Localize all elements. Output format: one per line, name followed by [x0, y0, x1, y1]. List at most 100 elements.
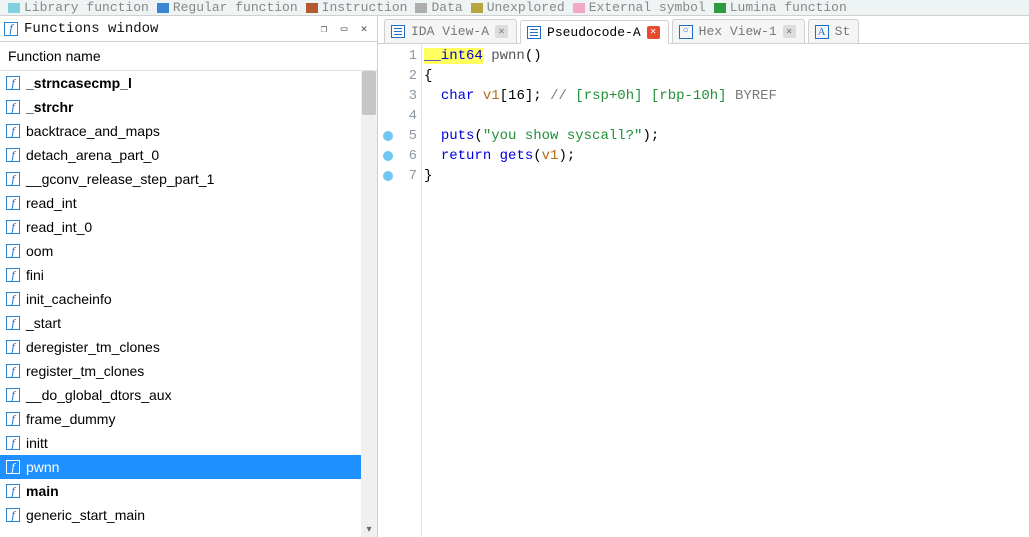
legend-swatch [471, 3, 483, 13]
scrollbar-down-arrow[interactable]: ▾ [361, 521, 377, 537]
function-name: deregister_tm_clones [26, 339, 160, 355]
function-name: _start [26, 315, 61, 331]
legend-label: Library function [24, 0, 149, 15]
function-name: __gconv_release_step_part_1 [26, 171, 214, 187]
legend-bar: Library functionRegular functionInstruct… [0, 0, 1029, 16]
function-row[interactable]: foom [0, 239, 377, 263]
function-row[interactable]: f_strncasecmp_l [0, 71, 377, 95]
main-layout: f Functions window ❐ ▭ ✕ Function name f… [0, 16, 1029, 537]
tab-close-icon[interactable]: ✕ [495, 25, 508, 38]
code-line[interactable]: __int64 pwnn() [424, 46, 1029, 66]
code-line[interactable]: char v1[16]; // [rsp+0h] [rbp-10h] BYREF [424, 86, 1029, 106]
function-row[interactable]: finitt [0, 431, 377, 455]
functions-list[interactable]: f_strncasecmp_lf_strchrfbacktrace_and_ma… [0, 71, 377, 537]
function-row[interactable]: f deregister_tm_clones [0, 335, 377, 359]
function-row[interactable]: f generic_start_main [0, 503, 377, 527]
functions-icon: f [4, 21, 18, 36]
breakpoint-cell[interactable] [378, 106, 398, 126]
function-row[interactable]: fdetach_arena_part_0 [0, 143, 377, 167]
undock-button[interactable]: ❐ [315, 20, 333, 38]
function-icon: f [6, 484, 20, 498]
code-text[interactable]: __int64 pwnn(){ char v1[16]; // [rsp+0h]… [422, 44, 1029, 537]
restore-button[interactable]: ▭ [335, 20, 353, 38]
breakpoint-cell[interactable] [378, 46, 398, 66]
function-row[interactable]: fmain [0, 479, 377, 503]
function-icon: f [6, 316, 20, 330]
function-row[interactable]: f __gconv_release_step_part_1 [0, 167, 377, 191]
line-number-gutter: 1234567 [398, 44, 422, 537]
function-row[interactable]: fread_int_0 [0, 215, 377, 239]
function-icon: f [6, 100, 20, 114]
tab-hex-view-1[interactable]: ○Hex View-1✕ [672, 19, 805, 43]
breakpoint-cell[interactable] [378, 126, 398, 146]
legend-label: Regular function [173, 0, 298, 15]
function-row[interactable]: finit_cacheinfo [0, 287, 377, 311]
tab-label: IDA View-A [411, 24, 489, 39]
line-number: 6 [398, 146, 421, 166]
functions-pane: f Functions window ❐ ▭ ✕ Function name f… [0, 16, 378, 537]
breakpoint-cell[interactable] [378, 66, 398, 86]
function-row[interactable]: f__do_global_dtors_aux [0, 383, 377, 407]
function-icon: f [6, 292, 20, 306]
breakpoint-dot-icon [383, 131, 393, 141]
legend-swatch [8, 3, 20, 13]
tab-close-icon[interactable]: ✕ [647, 26, 660, 39]
code-line[interactable]: puts("you show syscall?"); [424, 126, 1029, 146]
function-row[interactable]: fbacktrace_and_maps [0, 119, 377, 143]
function-name: oom [26, 243, 53, 259]
function-icon: f [6, 244, 20, 258]
function-row[interactable]: fregister_tm_clones [0, 359, 377, 383]
legend-label: Unexplored [487, 0, 565, 15]
function-icon: f [6, 268, 20, 282]
line-number: 1 [398, 46, 421, 66]
function-row[interactable]: f_strchr [0, 95, 377, 119]
code-area[interactable]: 1234567 __int64 pwnn(){ char v1[16]; // … [378, 44, 1029, 537]
function-name: generic_start_main [26, 507, 145, 523]
function-icon: f [6, 508, 20, 522]
struct-icon: A [815, 25, 829, 39]
function-row[interactable]: f _start [0, 311, 377, 335]
hex-icon: ○ [679, 25, 693, 39]
breakpoint-dot-icon [383, 171, 393, 181]
line-number: 3 [398, 86, 421, 106]
line-number: 5 [398, 126, 421, 146]
tab-label: St [835, 24, 851, 39]
function-icon: f [6, 172, 20, 186]
function-row[interactable]: ffini [0, 263, 377, 287]
breakpoint-cell[interactable] [378, 146, 398, 166]
tab-icon [391, 25, 405, 38]
function-icon: f [6, 340, 20, 354]
tab-close-icon[interactable]: ✕ [783, 25, 796, 38]
functions-titlebar: f Functions window ❐ ▭ ✕ [0, 16, 377, 42]
editor-pane: IDA View-A✕Pseudocode-A✕○Hex View-1✕ASt … [378, 16, 1029, 537]
breakpoint-cell[interactable] [378, 86, 398, 106]
function-row[interactable]: f frame_dummy [0, 407, 377, 431]
function-name: frame_dummy [26, 411, 115, 427]
breakpoint-dot-icon [383, 151, 393, 161]
tab-ida-view-a[interactable]: IDA View-A ✕ [384, 19, 517, 43]
scrollbar[interactable]: ▾ [361, 71, 377, 537]
legend-item: External symbol [573, 0, 706, 15]
scrollbar-thumb[interactable] [362, 71, 376, 115]
close-button[interactable]: ✕ [355, 20, 373, 38]
line-number: 7 [398, 166, 421, 186]
legend-swatch [573, 3, 585, 13]
function-name: fini [26, 267, 44, 283]
code-line[interactable]: return gets(v1); [424, 146, 1029, 166]
function-row[interactable]: fpwnn [0, 455, 377, 479]
code-line[interactable]: { [424, 66, 1029, 86]
code-line[interactable]: } [424, 166, 1029, 186]
functions-title: Functions window [24, 21, 313, 37]
tab-st[interactable]: A St [808, 19, 860, 43]
breakpoint-gutter[interactable] [378, 44, 398, 537]
legend-item: Data [415, 0, 462, 15]
legend-swatch [415, 3, 427, 13]
tab-pseudocode-a[interactable]: Pseudocode-A✕ [520, 20, 669, 44]
function-row[interactable]: fread_int [0, 191, 377, 215]
function-name: register_tm_clones [26, 363, 144, 379]
breakpoint-cell[interactable] [378, 166, 398, 186]
function-icon: f [6, 196, 20, 210]
function-icon: f [6, 412, 20, 426]
code-line[interactable] [424, 106, 1029, 126]
functions-column-header[interactable]: Function name [0, 42, 377, 71]
